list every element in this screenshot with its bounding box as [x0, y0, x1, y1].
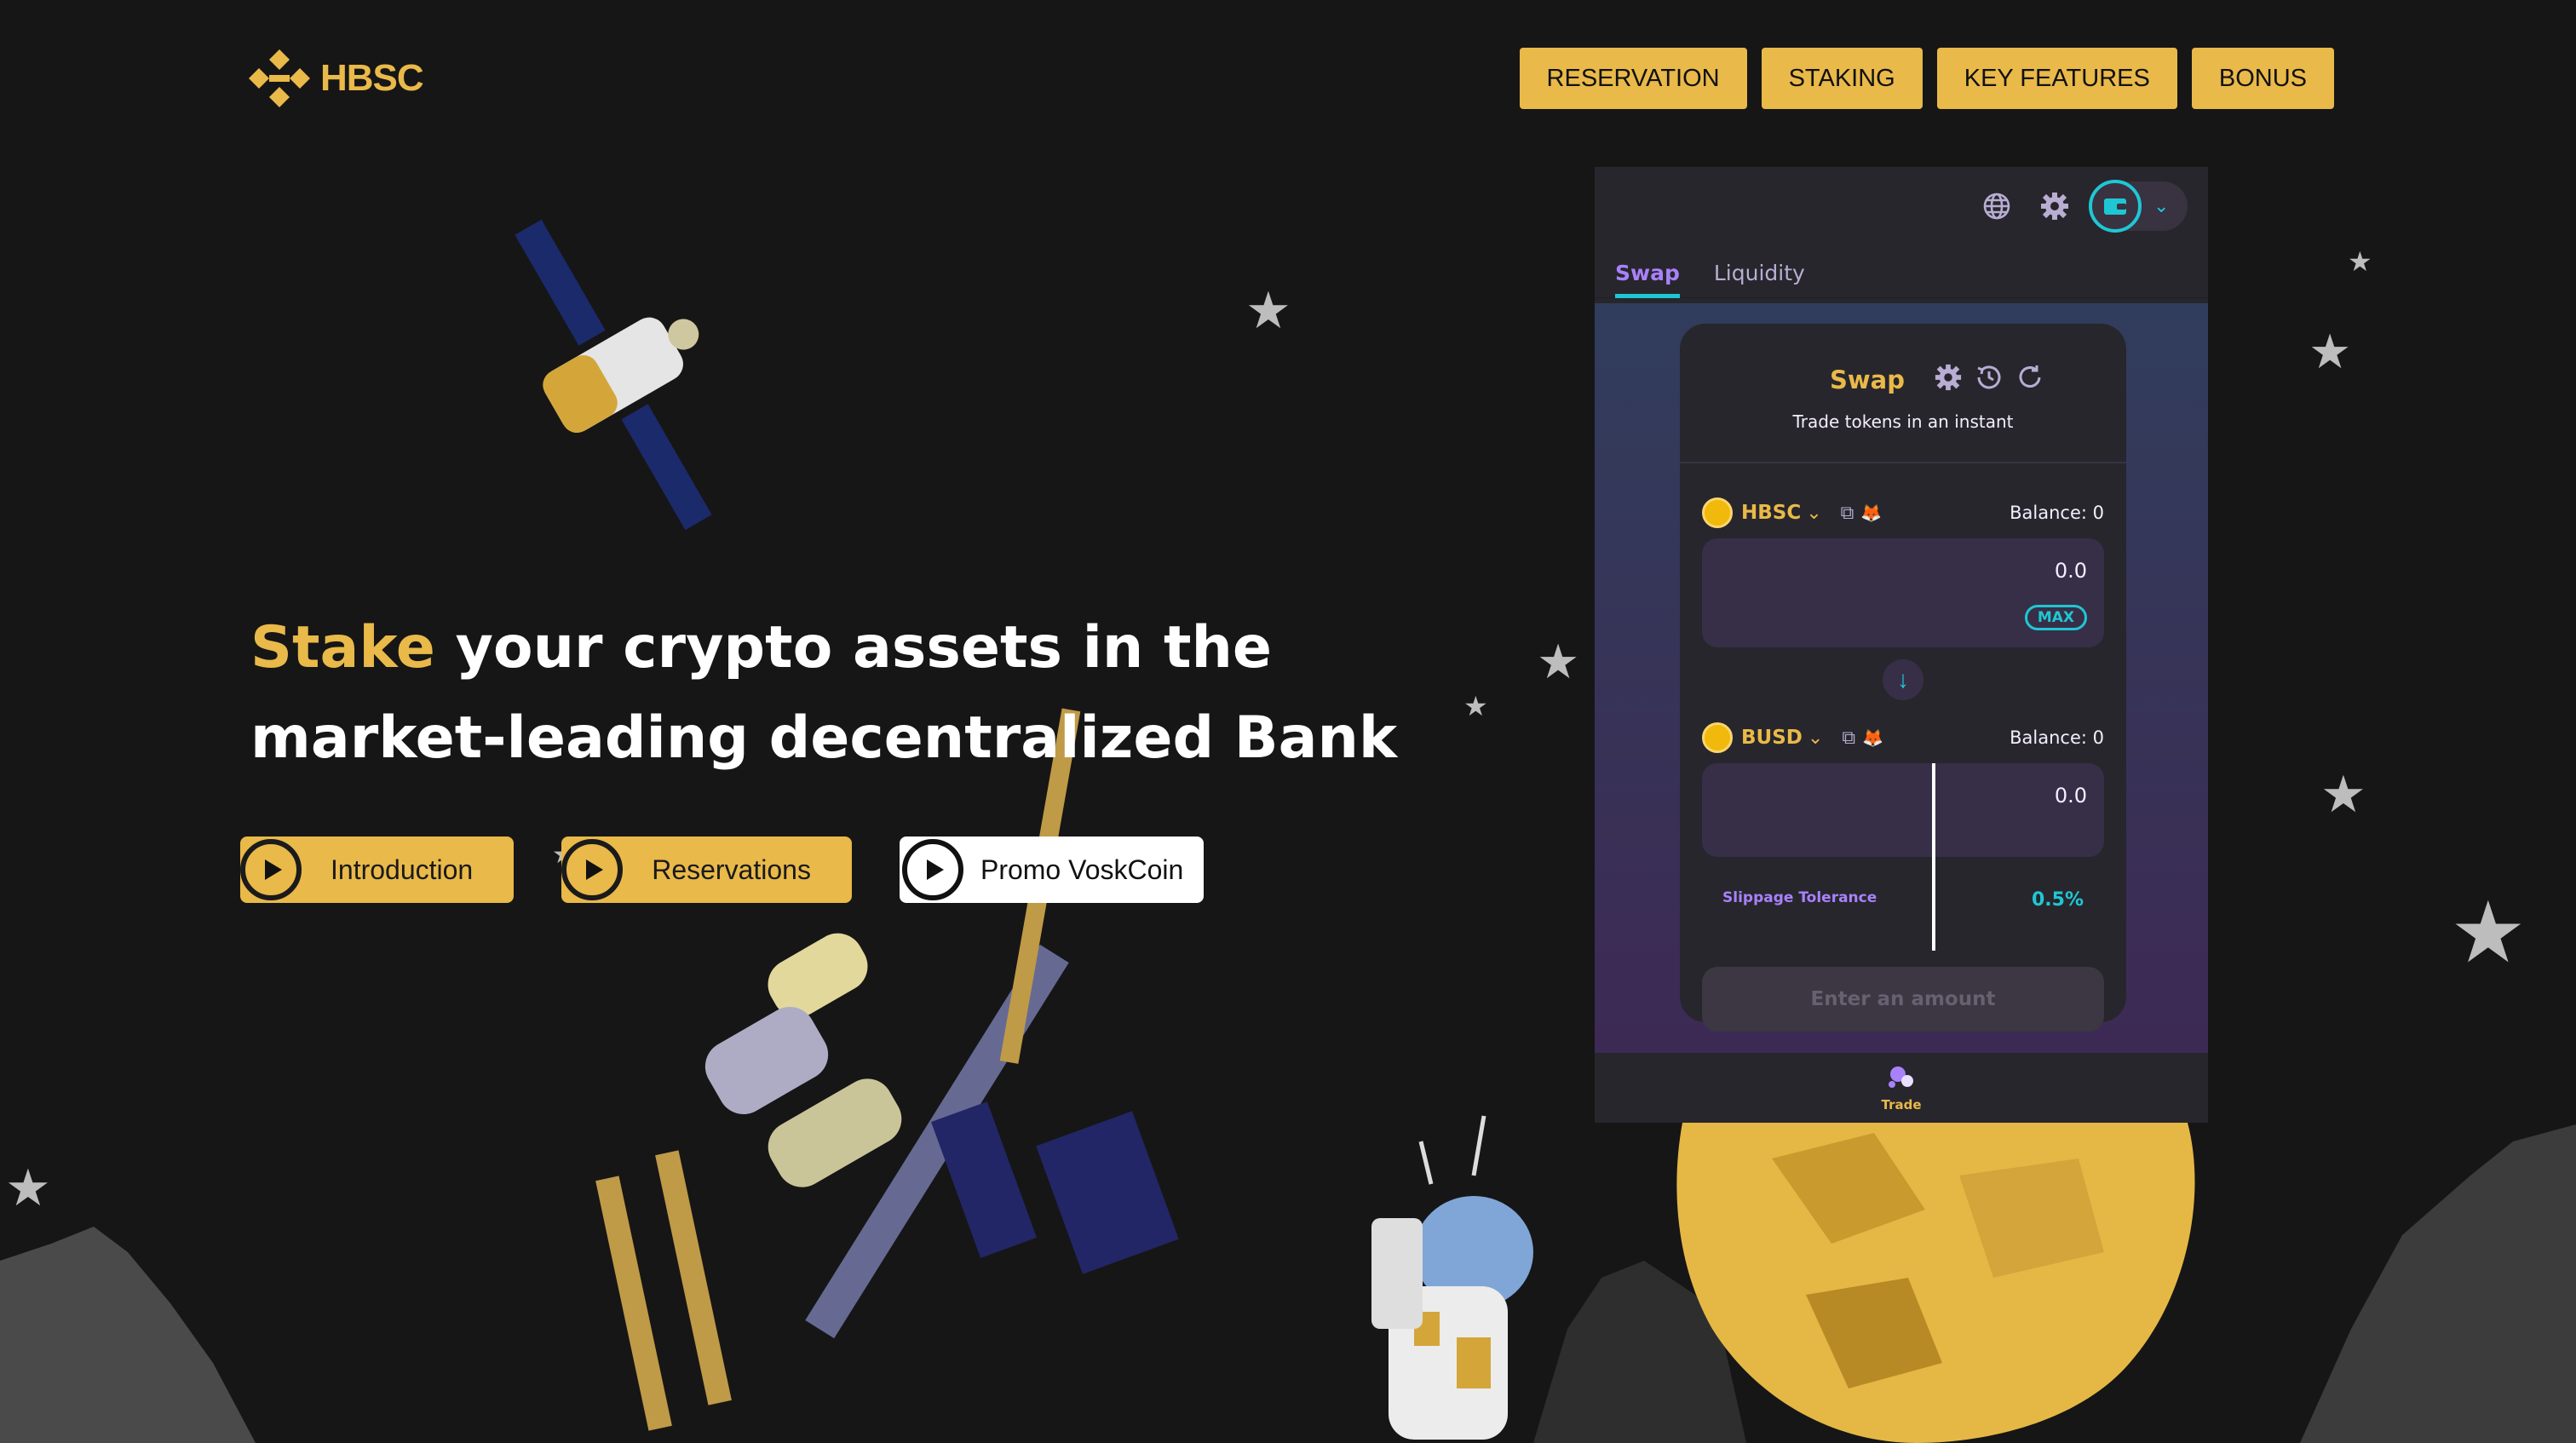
brand-logo[interactable]: HBSC	[247, 46, 424, 111]
headline-accent: Stake	[250, 614, 435, 681]
nav-key-features-button[interactable]: KEY FEATURES	[1936, 48, 2177, 109]
star-icon: ★	[2450, 885, 2527, 980]
to-amount-input[interactable]: 0.0	[1702, 763, 2104, 857]
star-icon: ★	[2309, 325, 2352, 378]
copy-icon[interactable]: ⧉	[1842, 727, 1855, 749]
from-amount-value: 0.0	[2054, 559, 2087, 583]
reservations-button[interactable]: Reservations	[561, 836, 852, 903]
hero-buttons: Introduction Reservations Promo VoskCoin	[240, 836, 1205, 903]
star-icon: ★	[2320, 766, 2366, 823]
from-token-select[interactable]: HBSC	[1741, 502, 1801, 524]
to-balance: Balance: 0	[2010, 727, 2104, 748]
trade-icon[interactable]	[1887, 1064, 1916, 1094]
chevron-down-icon: ⌄	[2153, 195, 2170, 216]
introduction-label: Introduction	[331, 854, 474, 885]
swap-card-header: Swap Trade tokens in an instant	[1680, 324, 2126, 463]
swap-direction-button[interactable]: ↓	[1883, 659, 1923, 700]
slippage-row: Slippage Tolerance 0.5%	[1680, 889, 2126, 911]
to-token-row: BUSD ⌄ ⧉ 🦊 Balance: 0	[1680, 712, 2126, 763]
hbsc-logo-icon	[249, 49, 310, 107]
nav-reservation-button[interactable]: RESERVATION	[1519, 48, 1747, 109]
star-icon: ★	[1245, 282, 1291, 339]
nav-staking-button[interactable]: STAKING	[1761, 48, 1923, 109]
hero-headline: Stake your crypto assets in the market-l…	[250, 603, 1477, 784]
chevron-down-icon[interactable]: ⌄	[1808, 727, 1823, 749]
text-cursor	[1932, 763, 1935, 951]
copy-icon[interactable]: ⧉	[1841, 502, 1854, 524]
to-token-select[interactable]: BUSD	[1741, 727, 1803, 749]
promo-voskcoin-button[interactable]: Promo VoskCoin	[899, 836, 1205, 903]
slippage-label: Slippage Tolerance	[1722, 889, 1877, 906]
widget-toolbar: ⌄	[1595, 167, 2208, 245]
metamask-icon[interactable]: 🦊	[1860, 503, 1882, 524]
slippage-value[interactable]: 0.5%	[2032, 889, 2084, 911]
nav-bonus-button[interactable]: BONUS	[2191, 48, 2334, 109]
tab-liquidity[interactable]: Liquidity	[1714, 261, 1805, 294]
swap-card: Swap Trade tokens in an instant HBSC ⌄ ⧉…	[1680, 324, 2126, 1032]
from-token-row: HBSC ⌄ ⧉ 🦊 Balance: 0	[1680, 487, 2126, 538]
star-icon: ★	[1537, 635, 1580, 688]
chevron-down-icon[interactable]: ⌄	[1806, 502, 1821, 524]
reservations-label: Reservations	[652, 854, 811, 885]
trade-label[interactable]: Trade	[1881, 1097, 1921, 1112]
widget-tabs: Swap Liquidity	[1595, 245, 2208, 298]
play-icon	[561, 839, 624, 900]
wallet-icon	[2089, 180, 2142, 233]
gear-icon[interactable]	[2034, 186, 2075, 227]
star-icon: ★	[2348, 246, 2372, 277]
promo-voskcoin-label: Promo VoskCoin	[980, 854, 1184, 885]
brand-name: HBSC	[320, 57, 424, 99]
widget-body: Swap Trade tokens in an instant HBSC ⌄ ⧉…	[1595, 303, 2208, 1053]
play-icon	[901, 839, 963, 900]
settings-gear-icon[interactable]	[1934, 363, 1963, 396]
top-nav: RESERVATION STAKING KEY FEATURES BONUS	[1519, 48, 2334, 109]
star-icon: ★	[5, 1159, 51, 1216]
history-icon[interactable]	[1975, 363, 2004, 396]
to-amount-value: 0.0	[2054, 784, 2087, 808]
refresh-icon[interactable]	[2015, 363, 2044, 396]
tab-swap[interactable]: Swap	[1615, 261, 1680, 298]
metamask-icon[interactable]: 🦊	[1862, 727, 1883, 749]
enter-amount-button[interactable]: Enter an amount	[1702, 967, 2104, 1032]
globe-icon[interactable]	[1976, 186, 2017, 227]
swap-widget: ⌄ Swap Liquidity Swap Trade tokens in an…	[1595, 167, 2208, 1123]
swap-subtitle: Trade tokens in an instant	[1792, 411, 2014, 432]
from-balance: Balance: 0	[2010, 503, 2104, 523]
swap-title: Swap	[1829, 365, 1905, 394]
introduction-button[interactable]: Introduction	[240, 836, 515, 903]
play-icon	[240, 839, 302, 900]
busd-coin-icon	[1702, 722, 1733, 753]
from-amount-input[interactable]: 0.0 MAX	[1702, 538, 2104, 647]
wallet-button[interactable]: ⌄	[2089, 180, 2188, 233]
widget-footer: Trade	[1595, 1053, 2208, 1123]
arrow-down-icon: ↓	[1897, 666, 1909, 693]
max-button[interactable]: MAX	[2024, 605, 2087, 630]
hbsc-coin-icon	[1702, 497, 1733, 528]
